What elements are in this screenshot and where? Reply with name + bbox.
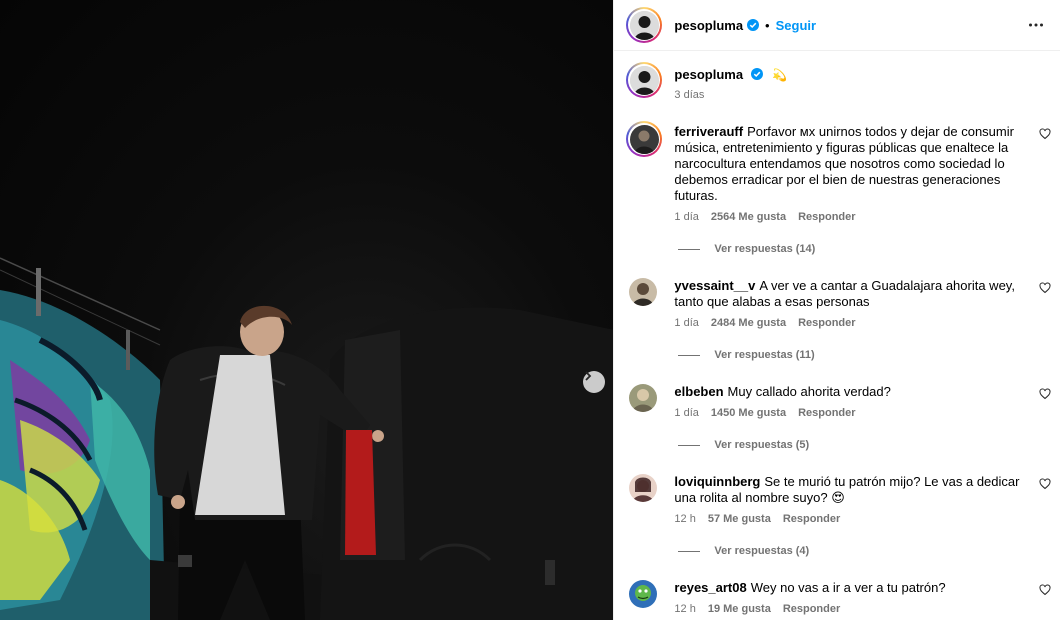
comment-meta: 1 día 1450 Me gusta Responder xyxy=(674,407,855,419)
comment-likes[interactable]: 1450 Me gusta xyxy=(711,407,786,419)
comment-meta: 1 día 2484 Me gusta Responder xyxy=(674,317,855,329)
more-horizontal-icon[interactable] xyxy=(1028,17,1044,33)
comment-likes[interactable]: 2564 Me gusta xyxy=(711,211,786,223)
caption-text: pesopluma 💫 xyxy=(674,67,787,82)
view-replies-label: Ver respuestas (14) xyxy=(714,243,816,255)
follow-button[interactable]: Seguir xyxy=(776,18,816,33)
replies-divider xyxy=(678,444,701,446)
post-photo[interactable] xyxy=(0,0,614,620)
comment-meta: 12 h 19 Me gusta Responder xyxy=(674,603,840,615)
comment-body: Wey no vas a ir a ver a tu patrón? xyxy=(750,580,946,595)
profile-photo xyxy=(629,474,658,502)
view-replies-button[interactable]: Ver respuestas (5) xyxy=(678,439,809,451)
commenter-username[interactable]: yvessaint__v xyxy=(674,278,755,293)
profile-photo xyxy=(629,278,658,306)
view-replies-label: Ver respuestas (4) xyxy=(714,545,810,557)
comment-likes[interactable]: 19 Me gusta xyxy=(708,603,771,615)
comment-time: 12 h xyxy=(674,513,696,525)
commenter-username[interactable]: ferriverauff xyxy=(674,124,743,139)
next-photo-button[interactable] xyxy=(583,371,605,393)
caption-author-avatar[interactable] xyxy=(626,62,663,98)
comment-time: 12 h xyxy=(674,603,696,615)
chevron-right-icon xyxy=(585,371,592,381)
view-replies-button[interactable]: Ver respuestas (11) xyxy=(678,349,815,361)
author-avatar[interactable] xyxy=(626,7,663,43)
commenter-avatar[interactable] xyxy=(626,121,663,157)
verified-badge-icon xyxy=(747,19,760,31)
reply-button[interactable]: Responder xyxy=(798,211,855,223)
view-replies-label: Ver respuestas (11) xyxy=(714,349,815,361)
like-heart-icon[interactable] xyxy=(1039,388,1051,400)
commenter-username[interactable]: reyes_art08 xyxy=(674,580,746,595)
photo-scene xyxy=(0,257,614,620)
commenter-username[interactable]: loviquinnberg xyxy=(674,474,760,489)
reply-button[interactable]: Responder xyxy=(798,407,855,419)
comment-text: elbeben Muy callado ahorita verdad? xyxy=(674,384,1034,400)
profile-photo xyxy=(629,124,659,154)
view-replies-label: Ver respuestas (5) xyxy=(714,439,810,451)
separator-dot: • xyxy=(765,17,770,33)
caption-emoji: 💫 xyxy=(772,68,788,82)
comment-body: Muy callado ahorita verdad? xyxy=(727,384,891,399)
author-username[interactable]: pesopluma xyxy=(674,18,743,33)
commenter-avatar[interactable] xyxy=(629,580,658,608)
profile-photo xyxy=(629,10,659,40)
commenter-username[interactable]: elbeben xyxy=(674,384,723,399)
commenter-avatar[interactable] xyxy=(629,384,658,412)
replies-divider xyxy=(678,550,701,552)
caption-author-username[interactable]: pesopluma xyxy=(674,67,743,82)
comment-text: ferriverauff Porfavor ᴍx unirnos todos y … xyxy=(674,124,1034,204)
reply-button[interactable]: Responder xyxy=(783,603,840,615)
caption-timestamp: 3 días xyxy=(674,89,705,101)
comment-likes[interactable]: 2484 Me gusta xyxy=(711,317,786,329)
profile-photo xyxy=(629,384,658,412)
view-replies-button[interactable]: Ver respuestas (4) xyxy=(678,545,809,557)
comment-time: 1 día xyxy=(674,407,699,419)
comment-text: loviquinnberg Se te murió tu patrón mijo?… xyxy=(674,474,1034,506)
profile-photo xyxy=(629,580,658,608)
post-header: pesopluma • Seguir xyxy=(614,0,1060,51)
comment-text: yvessaint__v A ver ve a cantar a Guadalaj… xyxy=(674,278,1034,310)
comment-meta: 12 h 57 Me gusta Responder xyxy=(674,513,840,525)
post-modal: pesopluma • Seguir pesopluma 💫 3 días fe… xyxy=(0,0,1060,620)
like-heart-icon[interactable] xyxy=(1039,128,1051,140)
like-heart-icon[interactable] xyxy=(1039,584,1051,596)
profile-photo xyxy=(629,65,659,95)
reply-button[interactable]: Responder xyxy=(798,317,855,329)
commenter-avatar[interactable] xyxy=(629,474,658,502)
comment-meta: 1 día 2564 Me gusta Responder xyxy=(674,211,855,223)
comments-panel: pesopluma • Seguir pesopluma 💫 3 días fe… xyxy=(613,0,1060,620)
like-heart-icon[interactable] xyxy=(1039,282,1051,294)
verified-badge-icon xyxy=(750,68,763,80)
replies-divider xyxy=(678,354,701,356)
comment-text: reyes_art08 Wey no vas a ir a ver a tu pa… xyxy=(674,580,1034,596)
replies-divider xyxy=(678,248,701,250)
comment-time: 1 día xyxy=(674,317,699,329)
comment-likes[interactable]: 57 Me gusta xyxy=(708,513,771,525)
comment-time: 1 día xyxy=(674,211,699,223)
view-replies-button[interactable]: Ver respuestas (14) xyxy=(678,243,815,255)
commenter-avatar[interactable] xyxy=(629,278,658,306)
reply-button[interactable]: Responder xyxy=(783,513,840,525)
like-heart-icon[interactable] xyxy=(1039,478,1051,490)
